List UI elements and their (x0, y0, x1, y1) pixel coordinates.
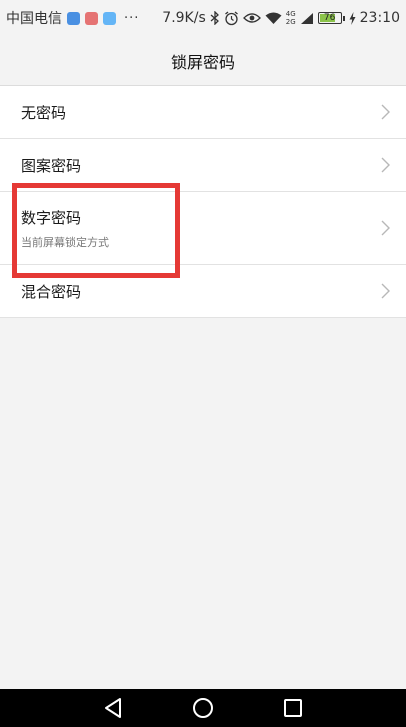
more-notifications-icon: ··· (124, 10, 140, 26)
bluetooth-icon (210, 11, 219, 25)
download-app-icon (67, 11, 80, 25)
option-pattern-password[interactable]: 图案密码 (0, 139, 406, 192)
battery-tip (342, 15, 345, 21)
eye-comfort-icon (242, 13, 261, 23)
wifi-icon (265, 12, 282, 24)
charging-icon (349, 11, 356, 25)
battery-icon: 76 (317, 12, 342, 24)
option-title: 图案密码 (21, 156, 82, 175)
lock-type-list: 无密码 图案密码 数字密码 当前屏幕锁定方式 混合密码 (0, 85, 406, 318)
option-title: 无密码 (21, 103, 67, 122)
back-button[interactable] (101, 696, 125, 720)
option-title: 数字密码 (21, 208, 82, 227)
option-no-password[interactable]: 无密码 (0, 86, 406, 139)
alarm-icon (224, 10, 238, 25)
back-triangle-icon (105, 698, 121, 718)
option-pin-password[interactable]: 数字密码 当前屏幕锁定方式 (0, 192, 406, 265)
carrier-name: 中国电信 (6, 11, 62, 27)
option-title: 混合密码 (21, 282, 82, 301)
signal-icon (300, 12, 313, 24)
chevron-right-icon (381, 283, 390, 299)
option-subtitle: 当前屏幕锁定方式 (21, 235, 109, 249)
option-mixed-password[interactable]: 混合密码 (0, 265, 406, 318)
recents-button[interactable] (281, 696, 305, 720)
battery-level: 76 (323, 13, 336, 23)
network-type: 4G 2G (285, 10, 296, 26)
status-bar: 中国电信 ··· 7.9K/s 4G 2G 76 23:10 (0, 0, 406, 36)
lock-app-icon (85, 11, 98, 25)
chevron-right-icon (381, 157, 390, 173)
navigation-bar (0, 689, 406, 727)
page-title: 锁屏密码 (170, 52, 235, 72)
chevron-right-icon (381, 220, 390, 236)
chevron-right-icon (381, 104, 390, 120)
recents-square-icon (284, 699, 302, 717)
gallery-app-icon (103, 11, 116, 25)
status-bar-left: 中国电信 ··· (6, 0, 139, 36)
home-circle-icon (193, 698, 213, 718)
clock-time: 23:10 (359, 10, 400, 26)
net-speed: 7.9K/s (162, 10, 206, 26)
page-title-bar: 锁屏密码 (0, 36, 406, 85)
home-button[interactable] (191, 696, 215, 720)
status-bar-right: 7.9K/s 4G 2G 76 23:10 (162, 0, 400, 36)
